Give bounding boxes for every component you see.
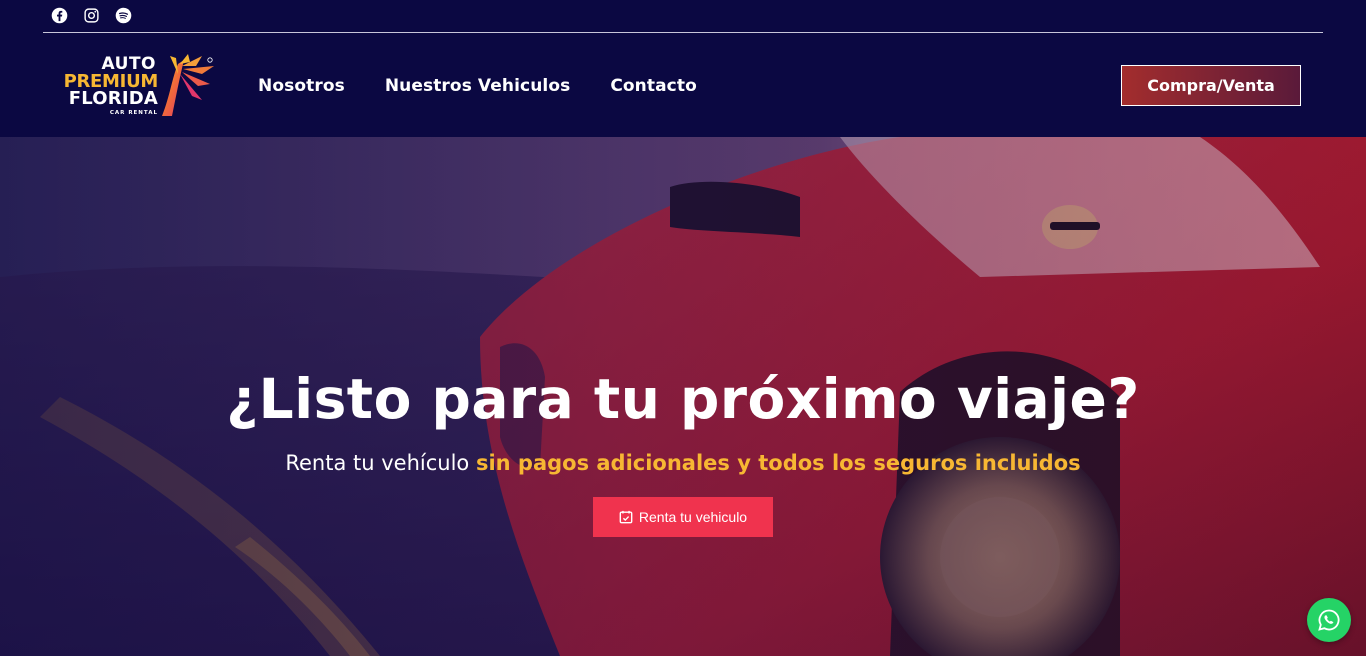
nav-link-vehiculos[interactable]: Nuestros Vehiculos [385,76,571,96]
hero-subtitle: Renta tu vehículo sin pagos adicionales … [0,451,1366,475]
hero-subtitle-highlight: sin pagos adicionales y todos los seguro… [475,451,1081,475]
spotify-icon[interactable] [114,6,132,24]
whatsapp-icon [1318,609,1340,631]
hero-banner: ¿Listo para tu próximo viaje? Renta tu v… [0,137,1366,656]
compra-venta-button[interactable]: Compra/Venta [1121,65,1301,106]
social-links [50,6,132,24]
header-divider [43,32,1323,33]
whatsapp-button[interactable] [1307,598,1351,642]
palm-logo-icon [162,54,214,116]
rent-vehicle-button[interactable]: Renta tu vehiculo [593,497,773,537]
hero-subtitle-plain: Renta tu vehículo [285,451,476,475]
hero-title: ¿Listo para tu próximo viaje? [226,367,1140,431]
nav-link-contacto[interactable]: Contacto [610,76,697,96]
logo-wordmark: AUTO PREMIUM FLORIDA [46,56,159,109]
site-logo[interactable]: AUTO PREMIUM FLORIDA CAR RENTAL [46,52,218,118]
calendar-check-icon [619,510,633,524]
facebook-icon[interactable] [50,6,68,24]
logo-line-florida: FLORIDA [68,88,158,109]
logo-tagline: CAR RENTAL [109,110,158,116]
rent-vehicle-label: Renta tu vehiculo [638,509,748,525]
instagram-icon[interactable] [82,6,100,24]
site-header: AUTO PREMIUM FLORIDA CAR RENTAL Nosotros… [0,0,1366,137]
nav-link-nosotros[interactable]: Nosotros [258,76,345,96]
main-nav: Nosotros Nuestros Vehiculos Contacto [258,76,697,96]
